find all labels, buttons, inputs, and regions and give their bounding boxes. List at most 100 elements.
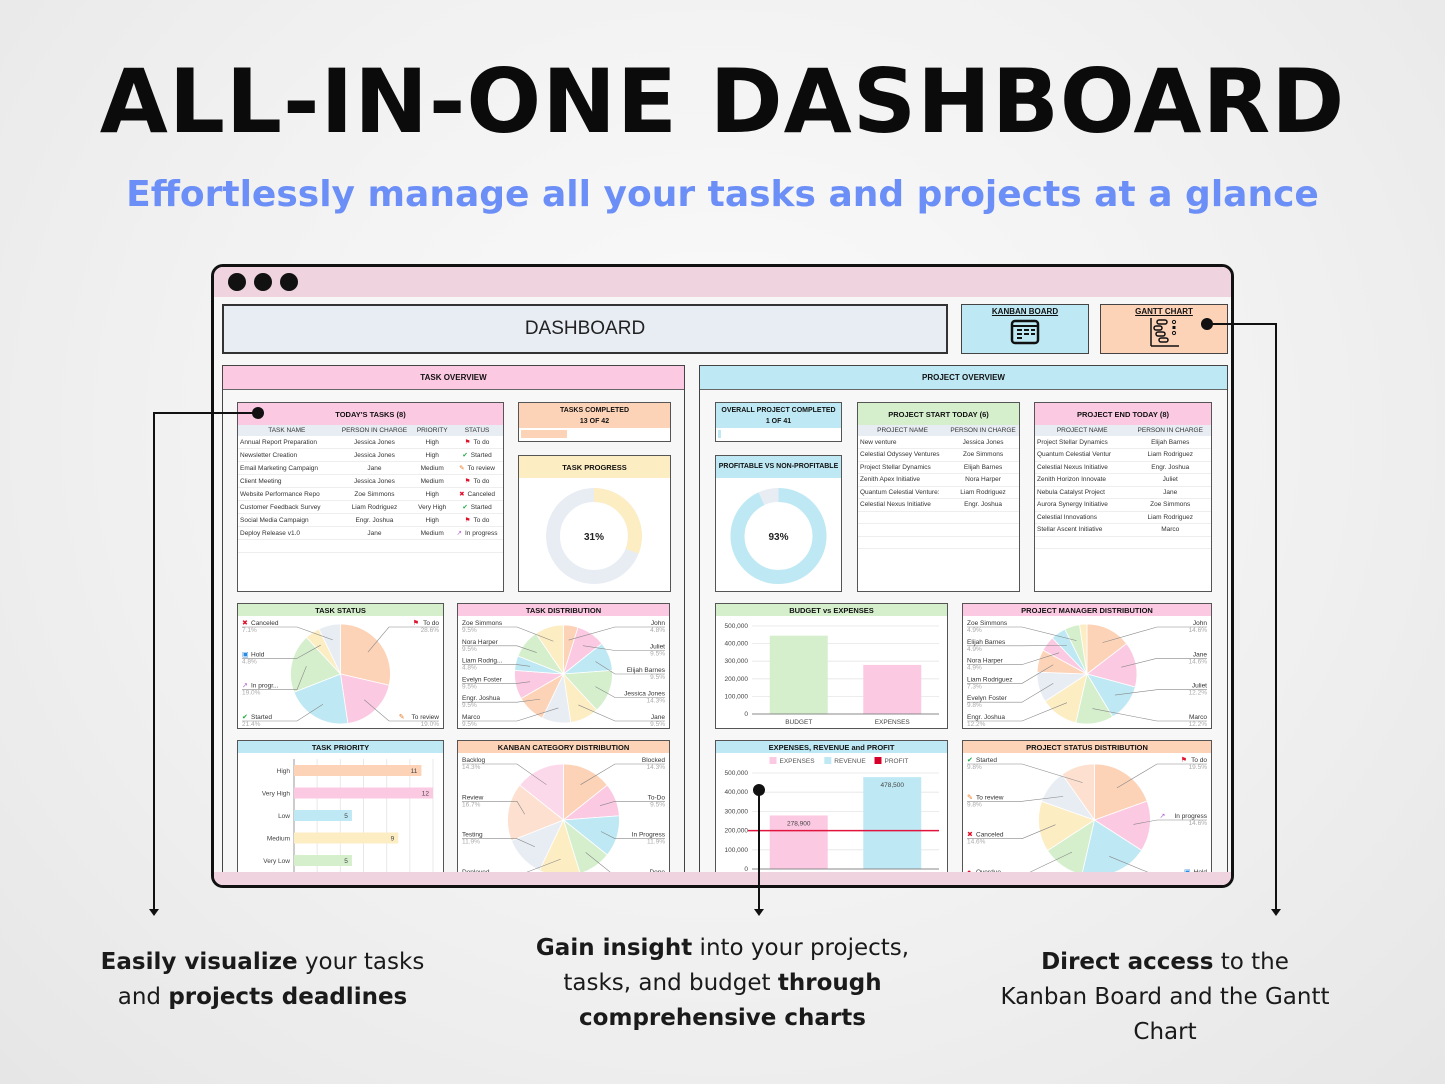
status-label: To do — [473, 517, 490, 524]
table-row[interactable]: Social Media Campaign Engr. Joshua High ⚑ To… — [238, 513, 503, 527]
table-row[interactable]: Website Performance Repo Zoe Simmons High ✖… — [238, 487, 503, 501]
pie-percent: 14.3% — [462, 764, 481, 771]
table-row[interactable]: Nebula Catalyst Project Jane — [1035, 486, 1211, 499]
y-tick-label: Very High — [262, 791, 291, 798]
table-row[interactable]: Zenith Apex Initiative Nora Harper — [858, 473, 1019, 487]
table-row[interactable]: Annual Report Preparation Jessica Jones Hi… — [238, 436, 503, 449]
expenses-revenue-profit-heading: EXPENSES, REVENUE and PROFIT — [716, 741, 947, 753]
arrow-down-icon — [149, 909, 159, 916]
table-row[interactable]: Customer Feedback Survey Liam Rodriguez Ve… — [238, 500, 503, 514]
flag-icon: ⚑ — [1181, 756, 1187, 764]
table-row[interactable]: Stellar Ascent Initiative Marco — [1035, 523, 1211, 537]
callout-visualize: Easily visualize your tasks and projects… — [100, 945, 425, 1015]
empty-row — [1035, 536, 1211, 549]
pie-label: In progress — [1174, 813, 1207, 820]
callout-bold: Direct access — [1041, 949, 1214, 975]
column-header[interactable]: PERSON IN CHARGE — [335, 425, 414, 436]
y-tick-label: Low — [278, 813, 290, 820]
table-row[interactable]: Newsletter Creation Jessica Jones High ✔ Sta… — [238, 448, 503, 462]
column-header[interactable]: STATUS — [451, 425, 503, 436]
table-row[interactable]: Aurora Synergy Initiative Zoe Simmons — [1035, 498, 1211, 512]
table-cell: Medium — [413, 461, 452, 475]
window-control-dot[interactable] — [228, 273, 246, 291]
table-row[interactable]: Celestial Nexus Initiative Engr. Joshua — [1035, 461, 1211, 474]
table-row[interactable]: Quantum Celestial Ventur Liam Rodriguez — [1035, 448, 1211, 462]
bar[interactable] — [294, 765, 422, 776]
window-bottom-bar — [214, 872, 1231, 885]
y-tick-label: 300,000 — [725, 808, 749, 815]
table-cell: Engr. Joshua — [947, 498, 1019, 512]
donut-label: 93% — [768, 532, 788, 543]
window-control-dot[interactable] — [280, 273, 298, 291]
hold-icon: ▣ — [242, 651, 249, 658]
column-header[interactable]: PERSON IN CHARGE — [947, 425, 1019, 436]
pie-label: Evelyn Foster — [967, 695, 1008, 702]
bar[interactable] — [769, 635, 828, 714]
legend-label: REVENUE — [834, 758, 866, 765]
table-cell: Zoe Simmons — [1129, 498, 1211, 512]
table-row[interactable]: Project Stellar Dynamics Elijah Barnes — [858, 461, 1019, 474]
column-header[interactable]: PROJECT NAME — [1035, 425, 1130, 436]
column-header[interactable]: PROJECT NAME — [858, 425, 948, 436]
task-overview-heading: TASK OVERVIEW — [223, 366, 684, 390]
bar[interactable] — [863, 664, 922, 714]
bar[interactable] — [294, 832, 399, 844]
pie-percent: 11.9% — [647, 839, 665, 846]
bar[interactable] — [294, 855, 352, 866]
pie-percent: 14.6% — [967, 839, 986, 846]
overall-completed-progress-bar — [718, 430, 721, 438]
y-tick-label: 100,000 — [725, 693, 749, 700]
column-header[interactable]: TASK NAME — [238, 425, 336, 436]
overall-completed-value: 1 OF 41 — [765, 418, 792, 425]
pie-percent: 4.8% — [462, 665, 477, 672]
column-header[interactable]: PERSON IN CHARGE — [1129, 425, 1211, 436]
x-tick-label: BUDGET — [785, 719, 812, 726]
callout-connector — [154, 412, 258, 414]
check-icon: ✔ — [967, 757, 973, 764]
tasks-completed-heading: TASKS COMPLETED — [559, 407, 630, 414]
table-row[interactable]: Email Marketing Campaign Jane Medium ✎ To re… — [238, 461, 503, 475]
kanban-category-chart: KANBAN CATEGORY DISTRIBUTION Backlog 14.3… — [457, 740, 670, 885]
pie-percent: 7.1% — [242, 627, 257, 634]
column-header[interactable]: PRIORITY — [413, 425, 452, 436]
table-row[interactable]: New venture Jessica Jones — [858, 436, 1019, 449]
table-row[interactable]: Client Meeting Jessica Jones Medium ⚑ To do — [238, 474, 503, 488]
pie-label: In progr... — [251, 683, 279, 690]
flag-icon: ⚑ — [464, 517, 471, 524]
bar[interactable] — [294, 810, 352, 821]
pie-label: Elijah Barnes — [627, 667, 666, 674]
table-cell: High — [413, 436, 452, 449]
table-row[interactable]: Celestial Nexus Initiative Engr. Joshua — [858, 498, 1019, 512]
task-distribution-chart: TASK DISTRIBUTION Zoe Simmons 9.5% Nora Ha… — [457, 603, 670, 729]
status-cell: ✎ To review — [451, 461, 503, 475]
pencil-icon: ✎ — [459, 465, 465, 472]
project-start-heading: PROJECT START TODAY (6) — [858, 403, 1019, 425]
table-row[interactable]: Project Stellar Dynamics Elijah Barnes — [1035, 436, 1211, 449]
expenses-revenue-profit-chart: EXPENSES, REVENUE and PROFIT 0 100,000 200… — [715, 740, 948, 885]
y-tick-label: High — [277, 768, 291, 775]
todays-tasks-table: TASK NAME PERSON IN CHARGE PRIORITY STAT… — [238, 425, 503, 553]
table-row[interactable]: Deploy Release v1.0 Jane Medium ↗ In progres… — [238, 526, 503, 540]
project-status-distribution-chart: PROJECT STATUS DISTRIBUTION ✔ Started 9.8%… — [962, 740, 1212, 885]
table-cell: Project Stellar Dynamics — [1035, 436, 1130, 449]
kanban-board-icon — [1010, 319, 1040, 345]
table-row[interactable]: Zenith Horizon Innovate Juliet — [1035, 473, 1211, 487]
kanban-board-button[interactable]: KANBAN BOARD — [961, 304, 1089, 354]
table-cell: Jane — [335, 526, 414, 540]
status-cell: ⚑ To do — [451, 513, 503, 527]
legend-label: EXPENSES — [780, 758, 816, 765]
x-tick-label: EXPENSES — [875, 719, 911, 726]
pie-percent: 19.0% — [242, 690, 261, 697]
table-row[interactable]: Celestial Odyssey Ventures Zoe Simmons — [858, 448, 1019, 462]
table-row[interactable]: Quantum Celestial Venture: Liam Rodriguez — [858, 486, 1019, 499]
empty-row — [858, 523, 1019, 537]
bar[interactable] — [863, 777, 922, 869]
task-priority-heading: TASK PRIORITY — [238, 741, 443, 753]
status-label: In progress — [464, 530, 498, 537]
window-control-dot[interactable] — [254, 273, 272, 291]
table-cell: Nebula Catalyst Project — [1035, 486, 1130, 499]
bar[interactable] — [294, 787, 433, 799]
pie-percent: 14.3% — [647, 764, 666, 771]
table-row[interactable]: Celestial Innovations Liam Rodriguez — [1035, 511, 1211, 524]
pie-label: Canceled — [976, 832, 1004, 839]
